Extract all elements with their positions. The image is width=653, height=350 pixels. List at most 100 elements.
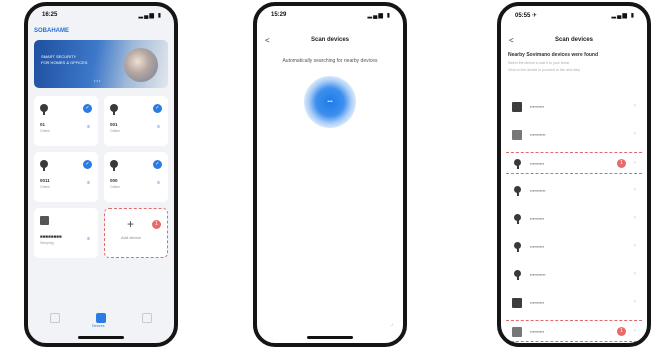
online-status-icon: ✓ [83,104,92,113]
device-label: ▪▪▪▪▪▪▪▪▪▪ [530,161,545,166]
status-bar: 16:25 ▂▄▆ ▮ [28,12,174,22]
chevron-right-icon: › [634,271,636,277]
device-control-icon[interactable]: ≡ [87,180,90,186]
chevron-right-icon: › [634,243,636,249]
chevron-right-icon: › [634,215,636,221]
device-control-icon[interactable]: ≡ [87,236,90,242]
camera-icon [512,242,522,252]
device-card[interactable]: ✓ 0011 Online ≡ [34,152,98,202]
signal-battery-icon: ▂▄▆ ▮ [367,13,391,19]
brand-logo: SOBAHAME [34,28,70,34]
tab-devices-label: Devices [92,324,105,328]
signal-battery-icon: ▂▄▆ ▮ [138,13,162,19]
status-bar: 05:55 ✈ ▂▄▆ ▮ [501,12,647,22]
camera-icon [40,160,48,171]
found-device-row[interactable]: ▪▪▪▪▪▪▪▪▪▪▪ › [506,180,642,202]
found-device-row[interactable]: ▪▪▪▪▪▪▪▪▪▪▪ › [506,124,642,146]
status-time: 15:29 [271,12,287,18]
device-card[interactable]: ✓ 001 Online ≡ [104,96,168,146]
chevron-right-icon: › [634,103,636,109]
found-device-row[interactable]: ▪▪▪▪▪▪▪▪▪▪▪ › [506,264,642,286]
chevron-right-icon: › [634,187,636,193]
device-label: ▪▪▪▪▪▪▪▪▪▪▪ [530,272,546,277]
device-label: ▪▪▪▪▪▪▪▪▪▪ [530,244,545,249]
camera-icon [40,104,48,115]
plus-icon: + [127,217,135,231]
home-tab-icon[interactable] [50,313,60,323]
add-device-label: Add device [121,235,141,240]
device-card[interactable]: ■■■■■■■■ Sleeping ≡ [34,208,98,258]
device-card[interactable]: ✓ 000 Online ≡ [104,152,168,202]
page-title: Scan devices [554,37,594,43]
phone-home-screen: 16:25 ▂▄▆ ▮ SOBAHAME SMART SECURITY FOR … [24,2,178,347]
hub-icon [512,102,522,112]
hub-icon [40,216,49,225]
found-device-row[interactable]: ▪▪▪▪▪▪▪▪▪▪ 1 › [506,320,642,342]
add-device-card[interactable]: + Add device 1 [104,208,168,258]
camera-icon [512,186,522,196]
camera-icon [110,104,118,115]
found-device-row[interactable]: ▪▪▪▪▪▪▪▪▪▪ › [506,292,642,314]
phone-found-screen: 05:55 ✈ ▂▄▆ ▮ < Scan devices Nearby Sovi… [497,2,651,347]
device-status: Online [40,185,51,189]
corner-glyph: ⌟ [390,321,393,327]
home-indicator [78,336,124,339]
banner-line1: SMART SECURITY [41,54,77,59]
bottom-tab-bar: Devices [28,307,174,329]
chevron-right-icon: › [634,328,636,334]
device-name: ■■■■■■■■ [40,234,62,239]
devices-tab-icon[interactable] [96,313,106,323]
hub-icon [512,298,522,308]
device-status: Sleeping [40,241,54,245]
scan-progress-mark: ••• [327,99,333,105]
profile-tab-icon[interactable] [142,313,152,323]
camera-icon [110,160,118,171]
online-status-icon: ✓ [153,104,162,113]
online-status-icon: ✓ [153,160,162,169]
device-label: ▪▪▪▪▪▪▪▪▪▪ [530,216,545,221]
device-label: ▪▪▪▪▪▪▪▪▪▪ [530,300,545,305]
found-device-row[interactable]: ▪▪▪▪▪▪▪▪▪▪ › [506,96,642,118]
device-status: Online [40,129,51,133]
home-indicator [307,336,353,339]
device-label: ▪▪▪▪▪▪▪▪▪▪ [530,104,545,109]
phone-scan-screen: 15:29 ▂▄▆ ▮ < Scan devices Automatically… [253,2,407,347]
banner-page-dots[interactable]: ••• [94,78,101,83]
status-bar: 15:29 ▂▄▆ ▮ [257,12,403,22]
device-name: 001 [110,122,118,127]
scanning-radar-icon: ••• [304,76,356,128]
camera-icon [512,159,522,169]
device-label: ▪▪▪▪▪▪▪▪▪▪ [530,329,545,334]
step-badge: 1 [617,159,626,168]
banner-image [124,48,158,82]
page-title: Scan devices [310,37,350,43]
device-control-icon[interactable]: ≡ [157,124,160,130]
online-status-icon: ✓ [83,160,92,169]
device-control-icon[interactable]: ≡ [87,124,90,130]
found-device-row[interactable]: ▪▪▪▪▪▪▪▪▪▪ › [506,208,642,230]
instruction-note: Select the device to add it to your home [508,61,570,65]
device-status: Online [110,129,121,133]
signal-battery-icon: ▂▄▆ ▮ [611,13,635,19]
device-label: ▪▪▪▪▪▪▪▪▪▪▪ [530,188,546,193]
chevron-right-icon: › [634,131,636,137]
device-control-icon[interactable]: ≡ [157,180,160,186]
device-card[interactable]: ✓ 01 Online ≡ [34,96,98,146]
step-badge: 1 [152,220,161,229]
device-name: 01 [40,122,46,127]
found-device-row[interactable]: ▪▪▪▪▪▪▪▪▪▪ › [506,236,642,258]
hub-icon [512,327,522,337]
found-device-row[interactable]: ▪▪▪▪▪▪▪▪▪▪ 1 › [506,152,642,174]
promo-banner[interactable]: SMART SECURITY FOR HOMES & OFFICES ••• [34,40,168,88]
banner-line2: FOR HOMES & OFFICES [41,60,88,65]
device-name: 0011 [40,178,50,183]
instruction-note: Click on the device to proceed to the ne… [508,68,580,72]
scan-hint: Automatically searching for nearby devic… [282,58,378,64]
device-status: Online [110,185,121,189]
device-name: 000 [110,178,118,183]
device-label: ▪▪▪▪▪▪▪▪▪▪▪ [530,132,546,137]
status-time: 05:55 ✈ [515,13,538,19]
chevron-right-icon: › [634,299,636,305]
step-badge: 1 [617,327,626,336]
camera-icon [512,270,522,280]
